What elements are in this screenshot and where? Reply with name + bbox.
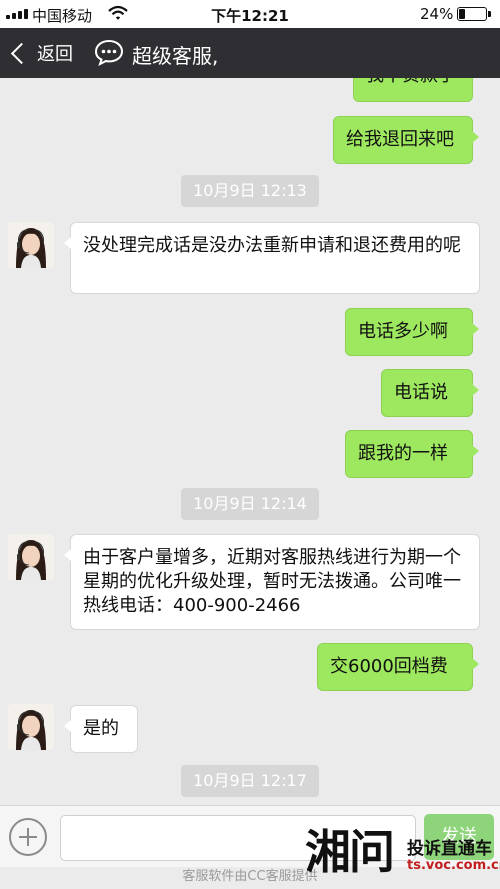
- message-text: 给我退回来吧: [346, 129, 454, 150]
- watermark-line2: ts.voc.com.cn: [407, 858, 500, 873]
- message-list[interactable]: 我不贷款了 给我退回来吧 10月9日 12:13 没处理完成话是没办法重新申请和…: [0, 78, 500, 805]
- battery-percent: 24%: [420, 5, 454, 23]
- timestamp: 10月9日 12:14: [181, 488, 319, 520]
- watermark-mark: 湘问: [305, 825, 395, 879]
- back-button[interactable]: 返回: [8, 28, 73, 78]
- timestamp: 10月9日 12:13: [181, 175, 319, 207]
- message-bubble-sent[interactable]: 跟我的一样: [345, 430, 479, 478]
- message-text: 是的: [83, 718, 119, 739]
- message-text: 跟我的一样: [358, 443, 448, 464]
- watermark-line1: 投诉直通车: [407, 839, 492, 859]
- back-label: 返回: [37, 44, 73, 65]
- message-bubble-sent[interactable]: 电话说: [381, 369, 479, 417]
- nav-bar: 返回 超级客服,: [0, 28, 500, 78]
- message-bubble-sent[interactable]: 交6000回档费: [317, 643, 479, 691]
- plus-icon[interactable]: [9, 818, 47, 856]
- message-bubble-received[interactable]: 没处理完成话是没办法重新申请和退还费用的呢: [64, 222, 480, 294]
- chat-title: 超级客服,: [132, 44, 219, 68]
- message-text: 没处理完成话是没办法重新申请和退还费用的呢: [83, 235, 461, 256]
- message-bubble-sent[interactable]: 电话多少啊: [345, 308, 479, 356]
- status-bar: 中国移动 下午12:21 24%: [0, 0, 500, 28]
- message-bubble-received[interactable]: 由于客户量增多，近期对客服热线进行为期一个星期的优化升级处理，暂时无法拨通。公司…: [64, 534, 480, 630]
- agent-avatar[interactable]: [8, 704, 54, 750]
- message-bubble-received[interactable]: 是的: [64, 705, 138, 753]
- message-text: 由于客户量增多，近期对客服热线进行为期一个星期的优化升级处理，暂时无法拨通。公司…: [83, 547, 461, 616]
- agent-avatar[interactable]: [8, 534, 54, 580]
- battery-icon: [457, 7, 491, 21]
- agent-avatar[interactable]: [8, 222, 54, 268]
- chat-bubble-icon: [94, 38, 124, 70]
- message-text: 交6000回档费: [330, 656, 448, 677]
- watermark-logo: 湘问 投诉直通车 ts.voc.com.cn: [305, 826, 500, 889]
- message-text: 我不贷款了: [366, 78, 456, 86]
- message-text: 电话说: [394, 382, 448, 403]
- timestamp: 10月9日 12:17: [181, 765, 319, 797]
- chevron-left-icon: [10, 42, 33, 64]
- message-bubble-sent[interactable]: 我不贷款了: [353, 78, 479, 102]
- message-bubble-sent[interactable]: 给我退回来吧: [333, 116, 479, 164]
- message-text: 电话多少啊: [358, 321, 448, 342]
